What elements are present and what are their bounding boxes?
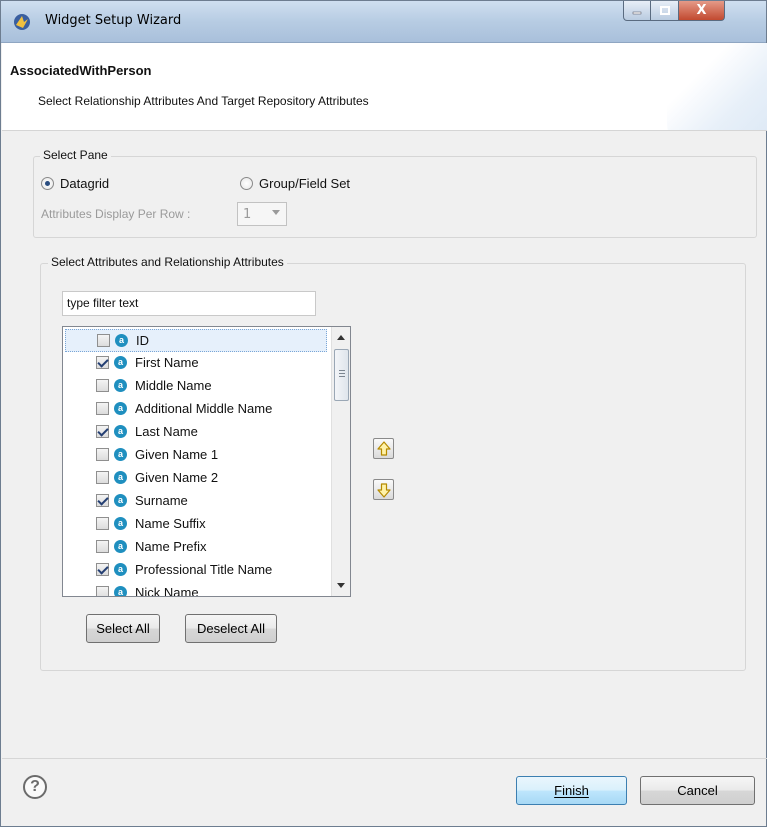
checkbox[interactable] — [96, 563, 109, 576]
list-item[interactable]: a First Name — [63, 352, 329, 375]
list-item-label: Surname — [135, 493, 188, 508]
window-title: Widget Setup Wizard — [45, 13, 182, 28]
list-item-label: First Name — [135, 355, 199, 370]
grip-line — [339, 376, 345, 377]
list-item[interactable]: a Last Name — [63, 421, 329, 444]
list-item[interactable]: a Additional Middle Name — [63, 398, 329, 421]
close-icon: X — [696, 3, 707, 18]
close-button[interactable]: X — [679, 1, 725, 21]
attribute-list[interactable]: a ID a First Name a Middle Name a Additi… — [62, 326, 351, 597]
minimize-icon — [632, 11, 642, 14]
checkbox[interactable] — [96, 471, 109, 484]
cancel-button[interactable]: Cancel — [640, 776, 755, 805]
checkbox[interactable] — [96, 402, 109, 415]
attributes-legend: Select Attributes and Relationship Attri… — [48, 255, 287, 269]
radio-datagrid[interactable]: Datagrid — [41, 176, 109, 191]
move-down-button[interactable] — [373, 479, 394, 500]
list-item[interactable]: a Given Name 1 — [63, 444, 329, 467]
per-row-label: Attributes Display Per Row : — [41, 207, 191, 221]
select-pane-group — [33, 156, 757, 238]
checkbox[interactable] — [96, 586, 109, 596]
per-row-value: 1 — [243, 206, 252, 222]
radio-checked-icon — [41, 177, 54, 190]
page-title: AssociatedWithPerson — [10, 63, 152, 78]
list-item-label: Nick Name — [135, 585, 199, 597]
deselect-all-button[interactable]: Deselect All — [185, 614, 277, 643]
radio-group-field-set[interactable]: Group/Field Set — [240, 176, 350, 191]
list-item-label: Given Name 2 — [135, 470, 219, 485]
attribute-icon: a — [115, 334, 128, 347]
filter-input[interactable]: type filter text — [62, 291, 316, 316]
list-item[interactable]: a Name Prefix — [63, 536, 329, 559]
app-icon — [14, 14, 30, 30]
checkbox[interactable] — [97, 334, 110, 347]
checkbox[interactable] — [96, 379, 109, 392]
footer-divider — [2, 758, 767, 759]
finish-button[interactable]: Finish — [516, 776, 627, 805]
list-item[interactable]: a Surname — [63, 490, 329, 513]
wizard-header: AssociatedWithPerson Select Relationship… — [2, 43, 767, 131]
scroll-thumb[interactable] — [334, 349, 349, 401]
list-item[interactable]: a Nick Name — [63, 582, 329, 597]
list-item[interactable]: a ID — [65, 329, 327, 352]
minimize-button[interactable] — [623, 1, 651, 21]
chevron-down-icon — [272, 210, 280, 215]
title-bar[interactable]: Widget Setup Wizard X — [1, 1, 766, 43]
list-item-label: Professional Title Name — [135, 562, 273, 577]
attribute-icon: a — [114, 379, 127, 392]
checkbox[interactable] — [96, 494, 109, 507]
checkbox[interactable] — [96, 356, 109, 369]
attribute-icon: a — [114, 356, 127, 369]
grip-line — [339, 370, 345, 371]
list-item[interactable]: a Given Name 2 — [63, 467, 329, 490]
attribute-icon: a — [114, 494, 127, 507]
finish-button-label: Finish — [554, 783, 589, 798]
scroll-down-icon[interactable] — [337, 583, 345, 588]
list-item-label: Additional Middle Name — [135, 401, 273, 416]
arrow-down-icon — [377, 483, 391, 498]
list-item[interactable]: a Middle Name — [63, 375, 329, 398]
per-row-select[interactable]: 1 — [237, 202, 287, 226]
window-controls: X — [623, 1, 725, 23]
scroll-up-icon[interactable] — [337, 335, 345, 340]
help-icon[interactable]: ? — [23, 775, 47, 799]
maximize-button[interactable] — [651, 1, 679, 21]
wizard-window: Widget Setup Wizard X AssociatedWithPers… — [0, 0, 767, 827]
list-scrollbar[interactable] — [331, 327, 350, 596]
radio-datagrid-label: Datagrid — [60, 176, 110, 191]
radio-group-field-set-label: Group/Field Set — [259, 176, 351, 191]
header-decoration — [667, 43, 767, 130]
arrow-up-icon — [377, 441, 391, 456]
attribute-icon: a — [114, 402, 127, 415]
attribute-icon: a — [114, 425, 127, 438]
page-description: Select Relationship Attributes And Targe… — [38, 94, 369, 108]
checkbox[interactable] — [96, 425, 109, 438]
list-item[interactable]: a Professional Title Name — [63, 559, 329, 582]
list-item-label: Name Prefix — [135, 539, 207, 554]
attribute-icon: a — [114, 540, 127, 553]
list-item-label: ID — [136, 333, 149, 348]
list-item-label: Middle Name — [135, 378, 212, 393]
attribute-icon: a — [114, 471, 127, 484]
attribute-icon: a — [114, 563, 127, 576]
move-up-button[interactable] — [373, 438, 394, 459]
checkbox[interactable] — [96, 448, 109, 461]
select-pane-legend: Select Pane — [40, 148, 111, 162]
checkbox[interactable] — [96, 540, 109, 553]
maximize-icon — [659, 5, 670, 15]
attribute-icon: a — [114, 586, 127, 596]
list-item-label: Name Suffix — [135, 516, 206, 531]
checkbox[interactable] — [96, 517, 109, 530]
grip-line — [339, 373, 345, 374]
list-item-label: Last Name — [135, 424, 198, 439]
list-item[interactable]: a Name Suffix — [63, 513, 329, 536]
list-item-label: Given Name 1 — [135, 447, 219, 462]
radio-unchecked-icon — [240, 177, 253, 190]
attribute-icon: a — [114, 517, 127, 530]
select-all-button[interactable]: Select All — [86, 614, 160, 643]
attribute-icon: a — [114, 448, 127, 461]
